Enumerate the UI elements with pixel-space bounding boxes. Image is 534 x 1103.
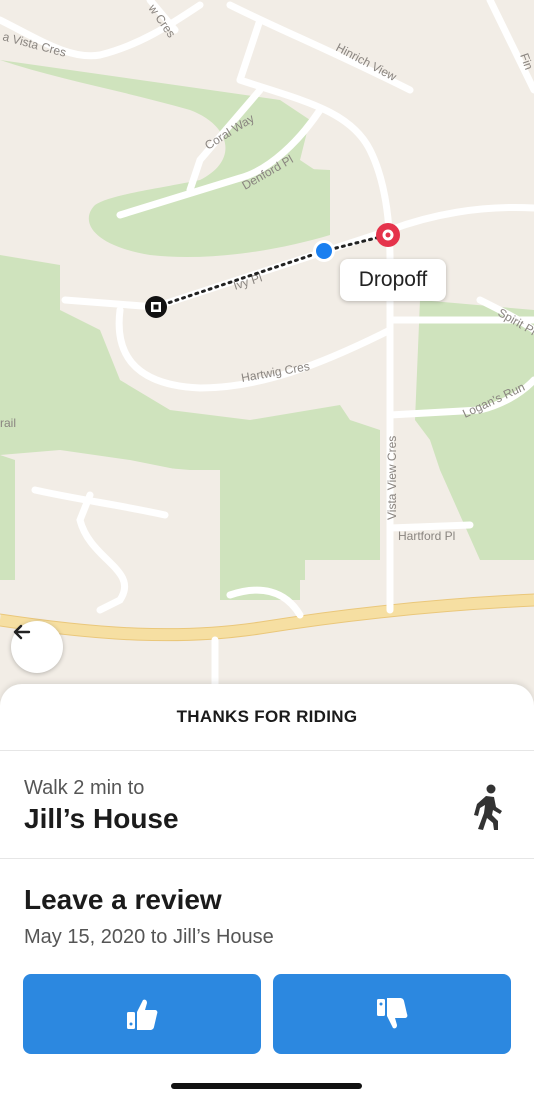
review-subtitle: May 15, 2020 to Jill’s House <box>24 926 274 948</box>
thumbs-down-button[interactable] <box>273 974 511 1054</box>
dropoff-label: Dropoff <box>358 268 428 291</box>
thumbs-down-icon <box>377 998 408 1029</box>
arrow-left-icon <box>13 624 31 640</box>
walk-directions-row[interactable]: Walk 2 min to Jill’s House <box>0 751 534 859</box>
dropoff-callout: Dropoff <box>340 259 446 301</box>
map-canvas: a Vista Cres w Cres Hinrich View Fin Cor… <box>0 0 534 694</box>
thumbs-up-button[interactable] <box>23 974 261 1054</box>
road-label: Hartwig Cres <box>240 359 311 385</box>
road-label: Vista View Cres <box>385 436 399 520</box>
thumbs-up-icon <box>127 999 158 1030</box>
home-indicator[interactable] <box>171 1083 362 1089</box>
map-view[interactable]: a Vista Cres w Cres Hinrich View Fin Cor… <box>0 0 534 720</box>
pickup-marker <box>145 296 167 318</box>
trip-summary-sheet: THANKS FOR RIDING Walk 2 min to Jill’s H… <box>0 684 534 1103</box>
walking-person-icon <box>474 784 502 830</box>
sheet-title: THANKS FOR RIDING <box>0 684 534 751</box>
road-label: Hartford Pl <box>398 529 455 543</box>
current-location-dot <box>313 240 335 262</box>
walk-duration-text: Walk 2 min to <box>24 777 145 799</box>
dropoff-marker <box>376 223 400 247</box>
road-label: Hinrich View <box>334 40 400 84</box>
road-label: rail <box>0 416 16 430</box>
back-button[interactable] <box>11 621 63 673</box>
review-title: Leave a review <box>24 884 222 915</box>
walk-destination: Jill’s House <box>24 803 179 834</box>
